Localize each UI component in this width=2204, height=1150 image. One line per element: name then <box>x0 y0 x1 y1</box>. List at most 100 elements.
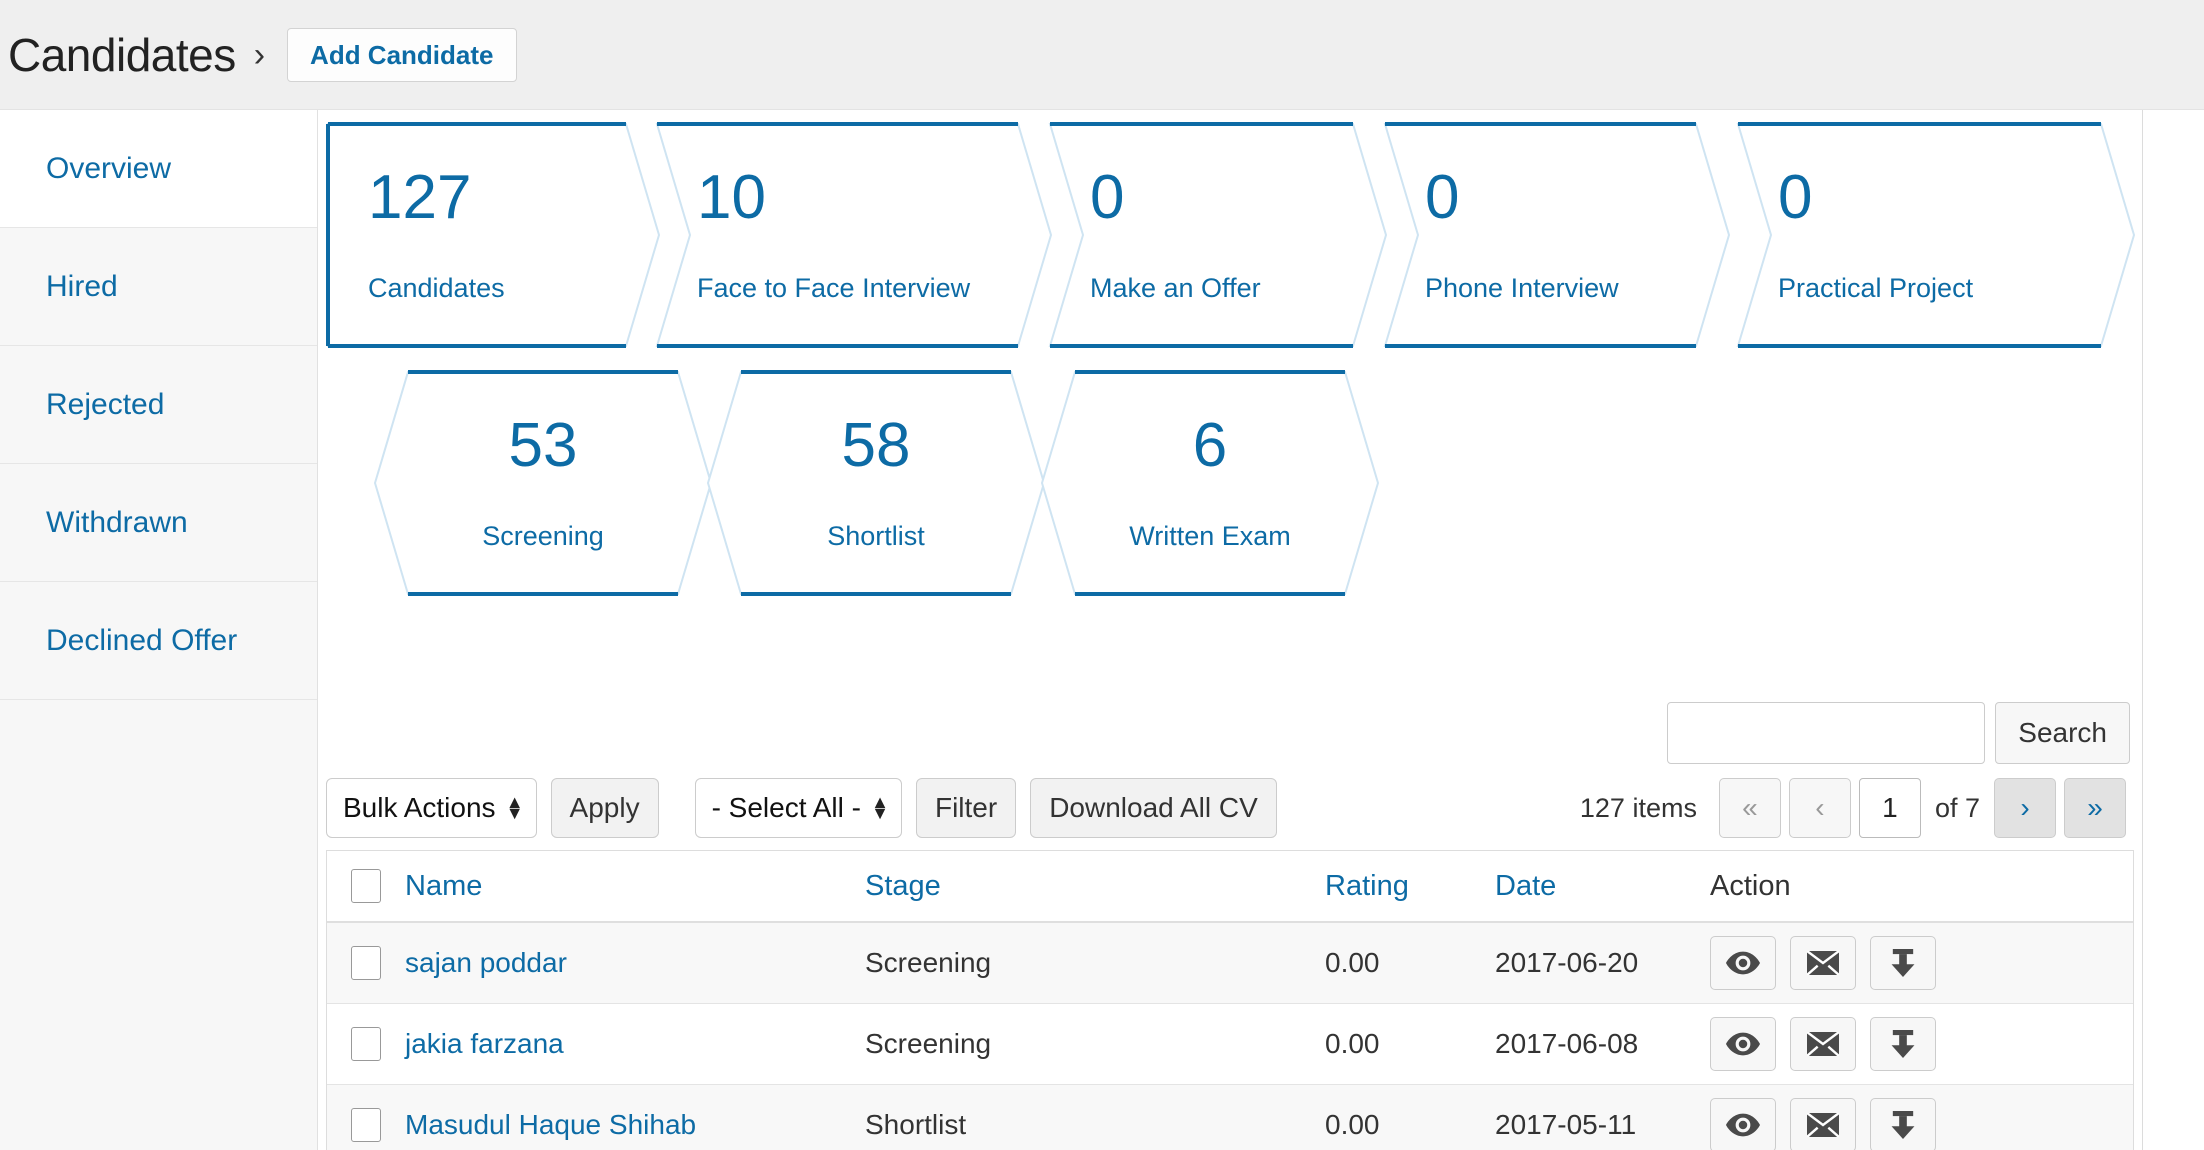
sidebar-item-declined-offer[interactable]: Declined Offer <box>0 582 317 700</box>
sidebar: Overview Hired Rejected Withdrawn Declin… <box>0 110 318 1150</box>
sidebar-item-label: Withdrawn <box>46 505 188 539</box>
select-all-rows-checkbox[interactable] <box>351 869 381 903</box>
filter-button[interactable]: Filter <box>915 778 1017 838</box>
row-select-checkbox[interactable] <box>351 946 381 980</box>
candidates-table: Name Stage Rating Date Action sajan podd… <box>326 850 2134 1150</box>
download-cv-button[interactable] <box>1870 1098 1936 1150</box>
column-header-stage[interactable]: Stage <box>865 870 941 902</box>
envelope-icon <box>1807 951 1839 975</box>
download-icon <box>1891 949 1915 977</box>
download-icon <box>1891 1111 1915 1139</box>
funnel-stage-count: 53 <box>508 410 578 480</box>
candidate-rating: 0.00 <box>1325 947 1380 978</box>
pagination: 127 items « ‹ of 7 › » <box>1580 778 2134 838</box>
search-area: Search <box>1667 702 2130 764</box>
candidate-stage: Shortlist <box>865 1109 967 1140</box>
funnel-stage-make-an-offer[interactable]: 0 Make an Offer <box>1048 122 1388 348</box>
add-candidate-button[interactable]: Add Candidate <box>287 27 517 82</box>
pagination-last-button[interactable]: » <box>2064 778 2126 838</box>
breadcrumb-bar: Candidates › Add Candidate <box>0 0 2204 110</box>
candidate-name-link[interactable]: jakia farzana <box>405 1028 564 1059</box>
page-title: Candidates <box>8 28 236 81</box>
funnel-stage-label: Written Exam <box>1129 520 1291 551</box>
funnel-stage-label: Candidates <box>368 272 505 303</box>
sidebar-item-hired[interactable]: Hired <box>0 228 317 346</box>
select-updown-icon: ▲ ▼ <box>505 791 524 823</box>
email-candidate-button[interactable] <box>1790 936 1856 990</box>
funnel-stage-count: 0 <box>1425 162 1460 232</box>
pagination-page-input[interactable] <box>1858 778 1921 838</box>
breadcrumb-separator-icon: › <box>253 35 266 74</box>
funnel-stage-face-to-face-interview[interactable]: 10 Face to Face Interview <box>655 122 1053 348</box>
funnel-stage-screening[interactable]: 53 Screening <box>373 370 713 596</box>
funnel-stage-label: Phone Interview <box>1425 272 1619 303</box>
email-candidate-button[interactable] <box>1790 1098 1856 1150</box>
funnel-stage-shortlist[interactable]: 58 Shortlist <box>706 370 1046 596</box>
funnel-stage-practical-project[interactable]: 0 Practical Project <box>1736 122 2136 348</box>
envelope-icon <box>1807 1113 1839 1137</box>
sidebar-item-label: Overview <box>46 151 172 185</box>
pagination-next-button[interactable]: › <box>1994 778 2056 838</box>
column-header-rating[interactable]: Rating <box>1325 870 1409 902</box>
sidebar-item-overview[interactable]: Overview <box>0 110 317 228</box>
view-candidate-button[interactable] <box>1710 936 1776 990</box>
view-candidate-button[interactable] <box>1710 1017 1776 1071</box>
funnel-stage-count: 58 <box>841 410 911 480</box>
candidate-stage: Screening <box>865 1028 992 1059</box>
download-all-cv-button[interactable]: Download All CV <box>1030 778 1277 838</box>
download-cv-button[interactable] <box>1870 1017 1936 1071</box>
envelope-icon <box>1807 1032 1839 1056</box>
content-area: 127 Candidates 10 Face to Face Interview <box>318 110 2143 1150</box>
row-checkbox-cell <box>327 1108 405 1142</box>
candidate-date: 2017-05-11 <box>1495 1109 1637 1140</box>
select-all-label: - Select All - <box>711 792 861 823</box>
pagination-first-button[interactable]: « <box>1718 778 1781 838</box>
pagination-prev-button[interactable]: ‹ <box>1788 778 1851 838</box>
sidebar-item-rejected[interactable]: Rejected <box>0 346 317 464</box>
apply-button[interactable]: Apply <box>550 778 659 838</box>
funnel-stage-written-exam[interactable]: 6 Written Exam <box>1040 370 1380 596</box>
search-button[interactable]: Search <box>1995 702 2130 764</box>
table-row[interactable]: sajan poddar Screening 0.00 2017-06-20 <box>327 923 2133 1004</box>
funnel-stage-label: Screening <box>482 520 604 551</box>
column-header-name[interactable]: Name <box>405 870 482 902</box>
eye-icon <box>1726 1113 1760 1137</box>
funnel-stage-label: Face to Face Interview <box>697 272 971 303</box>
table-toolbar: Bulk Actions ▲ ▼ Apply - Select All - ▲ ▼ … <box>326 773 2134 843</box>
download-icon <box>1891 1030 1915 1058</box>
funnel-stage-phone-interview[interactable]: 0 Phone Interview <box>1383 122 1731 348</box>
row-checkbox-cell <box>327 1027 405 1061</box>
email-candidate-button[interactable] <box>1790 1017 1856 1071</box>
select-all-dropdown[interactable]: - Select All - ▲ ▼ <box>694 778 902 838</box>
candidate-stage: Screening <box>865 947 992 978</box>
eye-icon <box>1726 1032 1760 1056</box>
sidebar-item-withdrawn[interactable]: Withdrawn <box>0 464 317 582</box>
download-cv-button[interactable] <box>1870 936 1936 990</box>
candidate-name-link[interactable]: Masudul Haque Shihab <box>405 1109 696 1140</box>
funnel-stage-count: 127 <box>368 162 472 232</box>
row-select-checkbox[interactable] <box>351 1108 381 1142</box>
view-candidate-button[interactable] <box>1710 1098 1776 1150</box>
sidebar-item-label: Rejected <box>46 387 165 421</box>
sidebar-item-label: Declined Offer <box>46 623 238 657</box>
funnel-stage-count: 0 <box>1778 162 1813 232</box>
funnel-stage-label: Practical Project <box>1778 272 1974 303</box>
row-select-checkbox[interactable] <box>351 1027 381 1061</box>
bulk-actions-label: Bulk Actions <box>343 792 496 823</box>
search-input[interactable] <box>1667 702 1986 764</box>
funnel-stage-candidates[interactable]: 127 Candidates <box>326 122 661 348</box>
column-header-date[interactable]: Date <box>1495 870 1556 902</box>
table-row[interactable]: Masudul Haque Shihab Shortlist 0.00 2017… <box>327 1085 2133 1150</box>
funnel-stage-count: 0 <box>1090 162 1125 232</box>
funnel-stage-label: Shortlist <box>827 520 925 551</box>
table-header-row: Name Stage Rating Date Action <box>327 851 2133 923</box>
pipeline-funnel-row-primary: 127 Candidates 10 Face to Face Interview <box>318 122 2142 348</box>
bulk-actions-select[interactable]: Bulk Actions ▲ ▼ <box>326 778 537 838</box>
funnel-stage-label: Make an Offer <box>1090 272 1261 303</box>
candidate-name-link[interactable]: sajan poddar <box>405 947 567 978</box>
table-row[interactable]: jakia farzana Screening 0.00 2017-06-08 <box>327 1004 2133 1085</box>
pagination-total-label: of 7 <box>1934 792 1980 823</box>
row-checkbox-cell <box>327 946 405 980</box>
funnel-stage-count: 10 <box>697 162 766 232</box>
candidate-date: 2017-06-08 <box>1495 1028 1639 1059</box>
